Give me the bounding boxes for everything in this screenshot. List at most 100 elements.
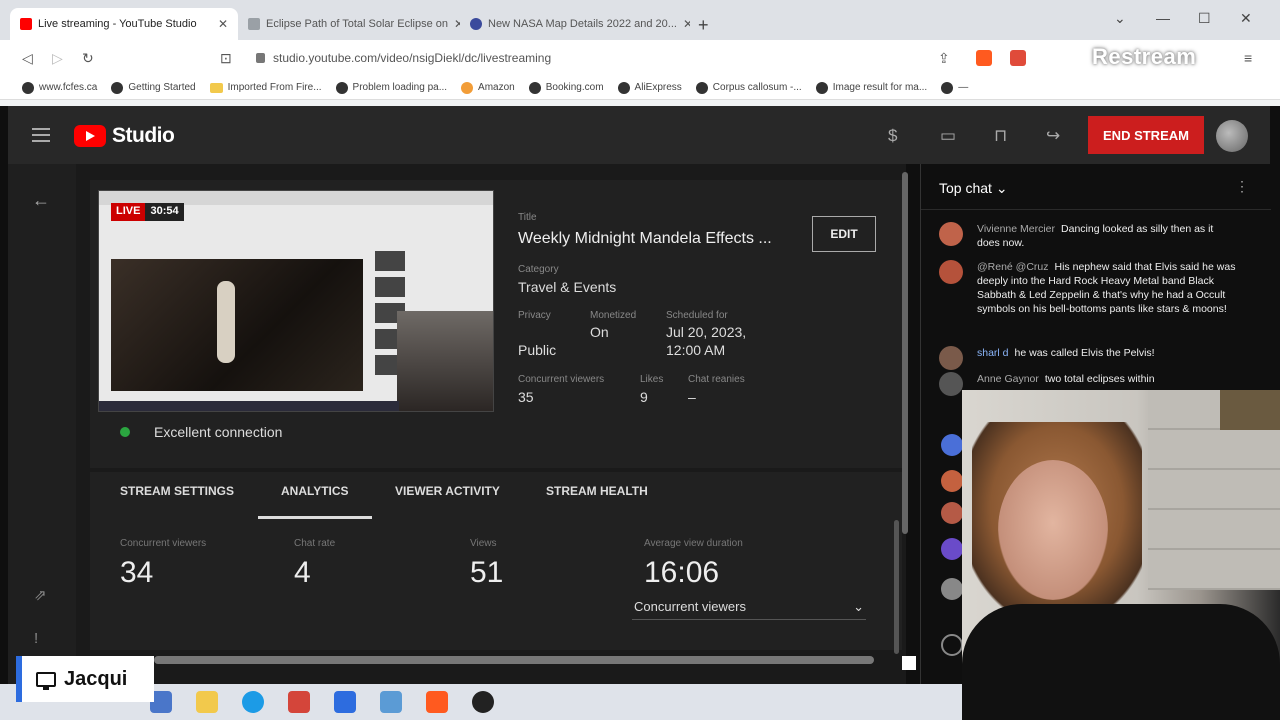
minimize-button[interactable]: —	[1156, 10, 1170, 26]
preview-video	[111, 259, 363, 391]
tab-analytics[interactable]: ANALYTICS	[281, 484, 349, 498]
share-arrow-icon[interactable]: ↪	[1046, 126, 1060, 146]
chat-header: Top chat ⌄ ⋮	[921, 164, 1271, 210]
edge-icon[interactable]	[242, 691, 264, 713]
bookmark-item[interactable]: Booking.com	[528, 81, 604, 94]
live-badge: LIVE 30:54	[111, 203, 184, 221]
views-label: Views	[470, 538, 497, 549]
avatar	[939, 346, 963, 370]
external-link-icon[interactable]: ⇗	[34, 586, 47, 604]
address-bar-row: ◁ ▷ ↻ ⊡ studio.youtube.com/video/nsigDie…	[0, 40, 1280, 76]
chat-mode-label: Top chat	[939, 180, 992, 196]
chevron-down-icon: ⌄	[853, 598, 864, 614]
monetization-icon[interactable]: $	[888, 126, 897, 146]
chat-mode-dropdown[interactable]: Top chat ⌄	[939, 180, 1008, 197]
share-icon[interactable]: ⇪	[938, 50, 950, 67]
edit-button[interactable]: EDIT	[812, 216, 876, 252]
obs-icon[interactable]	[472, 691, 494, 713]
studio-logo[interactable]: Studio	[74, 124, 175, 148]
tab-label: New NASA Map Details 2022 and 20...	[488, 18, 677, 30]
tab-youtube-studio[interactable]: Live streaming - YouTube Studio ✕	[10, 8, 238, 40]
privacy-label: Privacy	[518, 310, 551, 321]
stream-preview[interactable]: LIVE 30:54	[98, 190, 494, 412]
gift-icon[interactable]	[288, 691, 310, 713]
new-tab-button[interactable]: +	[698, 16, 709, 34]
close-tab-icon[interactable]: ✕	[683, 17, 690, 31]
file-explorer-icon[interactable]	[196, 691, 218, 713]
chevron-down-icon[interactable]: ⌄	[1114, 10, 1126, 27]
chat-rate-label: Chat rate	[294, 538, 336, 549]
brave-shield-icon[interactable]	[976, 50, 992, 66]
webcam-picture-frame	[1220, 390, 1280, 430]
amazon-icon	[461, 81, 474, 94]
tab-eclipse-path[interactable]: Eclipse Path of Total Solar Eclipse on ✕	[238, 8, 460, 40]
tab-nasa-map[interactable]: New NASA Map Details 2022 and 20... ✕	[460, 8, 690, 40]
viewers-value: 35	[518, 389, 534, 405]
monetized-label: Monetized	[590, 310, 637, 321]
horizontal-scrollbar[interactable]	[154, 656, 874, 664]
maximize-button[interactable]: ☐	[1198, 10, 1211, 27]
bookmark-item[interactable]: Image result for ma...	[815, 81, 927, 94]
tab-viewer-activity[interactable]: VIEWER ACTIVITY	[395, 484, 500, 498]
back-icon[interactable]: ◁	[22, 50, 33, 67]
avatar	[939, 260, 963, 284]
analytics-scrollbar[interactable]	[894, 520, 899, 654]
rewards-icon[interactable]	[1010, 50, 1026, 66]
url-field[interactable]: studio.youtube.com/video/nsigDiekl/dc/li…	[246, 46, 986, 70]
feedback-icon[interactable]: !	[34, 630, 38, 647]
photos-icon[interactable]	[380, 691, 402, 713]
bookmark-item[interactable]: www.fcfes.ca	[22, 81, 97, 94]
metric-dropdown[interactable]: Concurrent viewers ⌄	[632, 594, 866, 620]
menu-icon[interactable]: ≡	[1244, 50, 1252, 66]
bookmark-icon[interactable]: ⊡	[220, 50, 232, 67]
bookmark-item[interactable]: AliExpress	[617, 81, 682, 94]
chat-text: he was called Elvis the Pelvis!	[1014, 347, 1155, 359]
stream-title: Weekly Midnight Mandela Effects ...	[518, 230, 772, 247]
preview-dancer	[217, 281, 235, 363]
reload-icon[interactable]: ↻	[82, 50, 94, 67]
chat-author: Vivienne Mercier	[977, 223, 1056, 235]
globe-icon	[941, 81, 954, 94]
avatar[interactable]	[1216, 120, 1248, 152]
store-icon[interactable]	[334, 691, 356, 713]
avg-duration-label: Average view duration	[644, 538, 743, 549]
category-label: Category	[518, 264, 559, 275]
emoji-icon[interactable]	[941, 634, 963, 656]
bookmark-item[interactable]: Amazon	[461, 81, 515, 94]
bookmark-item[interactable]: Corpus callosum -...	[695, 81, 802, 94]
avatar	[941, 538, 963, 560]
tab-stream-settings[interactable]: STREAM SETTINGS	[120, 484, 234, 498]
globe-icon	[335, 81, 348, 94]
bookmark-outline-icon[interactable]: ⊓	[994, 126, 1007, 146]
live-time: 30:54	[145, 203, 184, 221]
bookmark-item[interactable]: —	[941, 81, 968, 94]
hamburger-menu-icon[interactable]	[32, 128, 50, 146]
bookmark-item[interactable]: Getting Started	[111, 81, 196, 94]
tab-label: Eclipse Path of Total Solar Eclipse on	[266, 18, 449, 30]
clapperboard-icon[interactable]: ▭	[940, 126, 956, 146]
tab-stream-health[interactable]: STREAM HEALTH	[546, 484, 648, 498]
vertical-scrollbar[interactable]	[902, 172, 908, 534]
avg-duration-value: 16:06	[644, 556, 720, 589]
back-arrow-icon[interactable]: ←	[32, 190, 50, 211]
views-value: 51	[470, 556, 504, 589]
title-label: Title	[518, 212, 537, 223]
webcam-person-body	[962, 604, 1280, 720]
live-label: LIVE	[111, 203, 146, 221]
close-window-button[interactable]: ✕	[1240, 10, 1252, 27]
end-stream-button[interactable]: END STREAM	[1088, 116, 1204, 154]
studio-brand: Studio	[112, 124, 175, 147]
likes-label: Likes	[640, 374, 664, 385]
avatar	[941, 470, 963, 492]
close-tab-icon[interactable]: ✕	[218, 17, 228, 31]
brave-icon[interactable]	[426, 691, 448, 713]
connection-text: Excellent connection	[154, 424, 283, 440]
resize-handle[interactable]	[902, 656, 916, 670]
bookmark-item[interactable]: Problem loading pa...	[335, 81, 447, 94]
forward-icon[interactable]: ▷	[52, 50, 63, 67]
chat-message: @René @Cruz His nephew said that Elvis sa…	[939, 260, 1239, 316]
analytics-panel: Concurrent viewers 34 Chat rate 4 Views …	[90, 520, 902, 650]
more-vert-icon[interactable]: ⋮	[1235, 178, 1249, 195]
studio-header: Studio $ ▭ ⊓ ↪ END STREAM	[8, 106, 1270, 164]
bookmark-item[interactable]: Imported From Fire...	[209, 82, 322, 93]
